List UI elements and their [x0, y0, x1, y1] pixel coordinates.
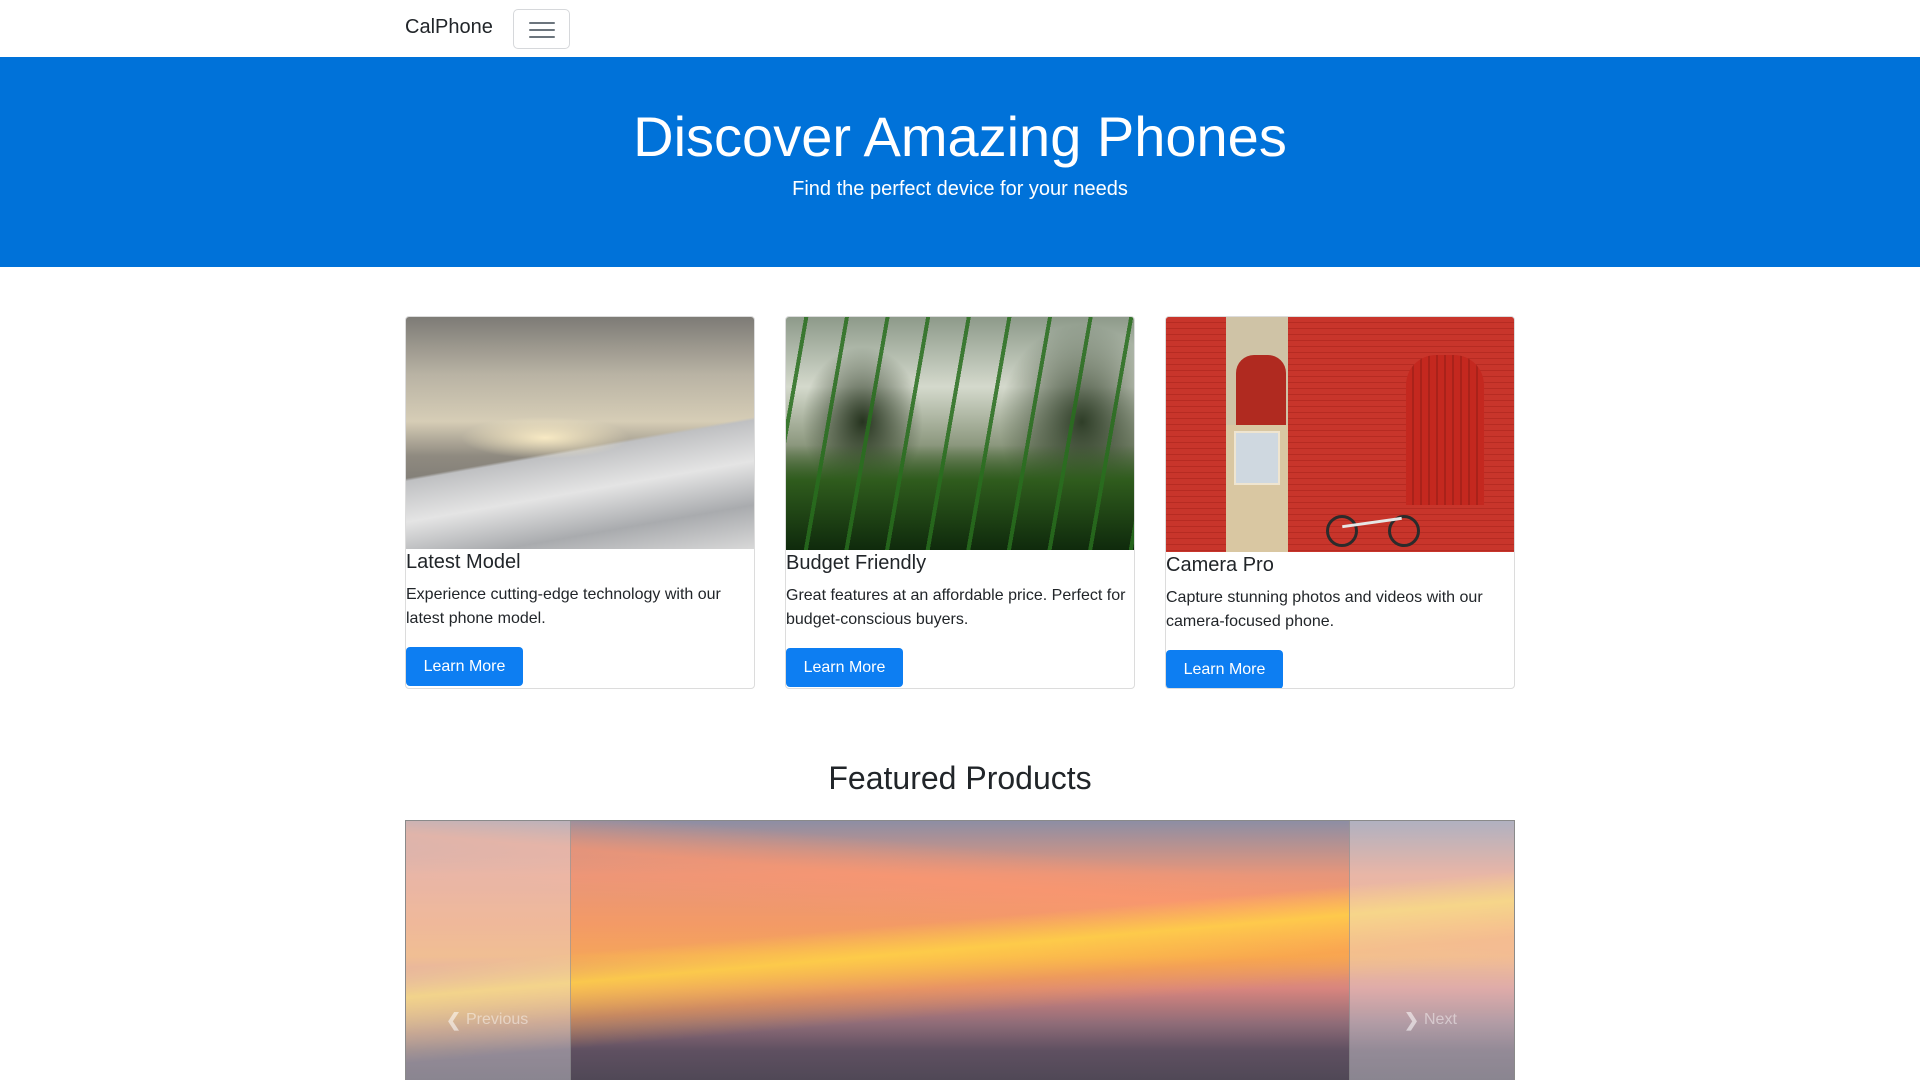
carousel-next-label: Next: [1424, 1011, 1457, 1028]
image-bicycle: [1326, 507, 1421, 547]
card-description: Capture stunning photos and videos with …: [1166, 589, 1483, 630]
learn-more-button[interactable]: Learn More: [1166, 650, 1283, 688]
featured-products-title: Featured Products: [828, 760, 1092, 796]
hero-subtitle: Find the perfect device for your needs: [792, 178, 1128, 200]
carousel-next-button[interactable]: ❯ Next: [1349, 821, 1514, 1080]
card-image: [786, 317, 1134, 550]
card-description: Great features at an affordable price. P…: [786, 587, 1126, 628]
learn-more-button[interactable]: Learn More: [406, 647, 523, 686]
card-description: Experience cutting-edge technology with …: [406, 586, 721, 627]
card-budget-friendly: Budget Friendly Great features at an aff…: [785, 316, 1135, 689]
brand-link[interactable]: CalPhone: [405, 15, 493, 39]
image-shutter: [1406, 355, 1484, 505]
chevron-right-icon: ❯: [1404, 1010, 1420, 1030]
chevron-left-icon: ❮: [446, 1010, 462, 1030]
card-image: [406, 317, 754, 549]
carousel-prev-button[interactable]: ❮ Previous: [406, 821, 571, 1080]
navbar-toggle-button[interactable]: [513, 9, 570, 49]
carousel-prev-label: Previous: [466, 1011, 529, 1028]
card-camera-pro: Camera Pro Capture stunning photos and v…: [1165, 316, 1515, 689]
card-title: Camera Pro: [1166, 554, 1274, 576]
hero-title: Discover Amazing Phones: [633, 105, 1287, 168]
image-door-arch: [1236, 355, 1286, 425]
featured-carousel: ❮ Previous ❯ Next: [405, 820, 1515, 1080]
hero-banner: Discover Amazing Phones Find the perfect…: [0, 57, 1920, 267]
card-title: Latest Model: [406, 551, 521, 573]
navbar: CalPhone: [0, 0, 1920, 57]
card-title: Budget Friendly: [786, 552, 927, 574]
image-door-window: [1234, 431, 1280, 485]
card-image: [1166, 317, 1514, 552]
learn-more-button[interactable]: Learn More: [786, 648, 903, 687]
card-latest-model: Latest Model Experience cutting-edge tec…: [405, 316, 755, 689]
